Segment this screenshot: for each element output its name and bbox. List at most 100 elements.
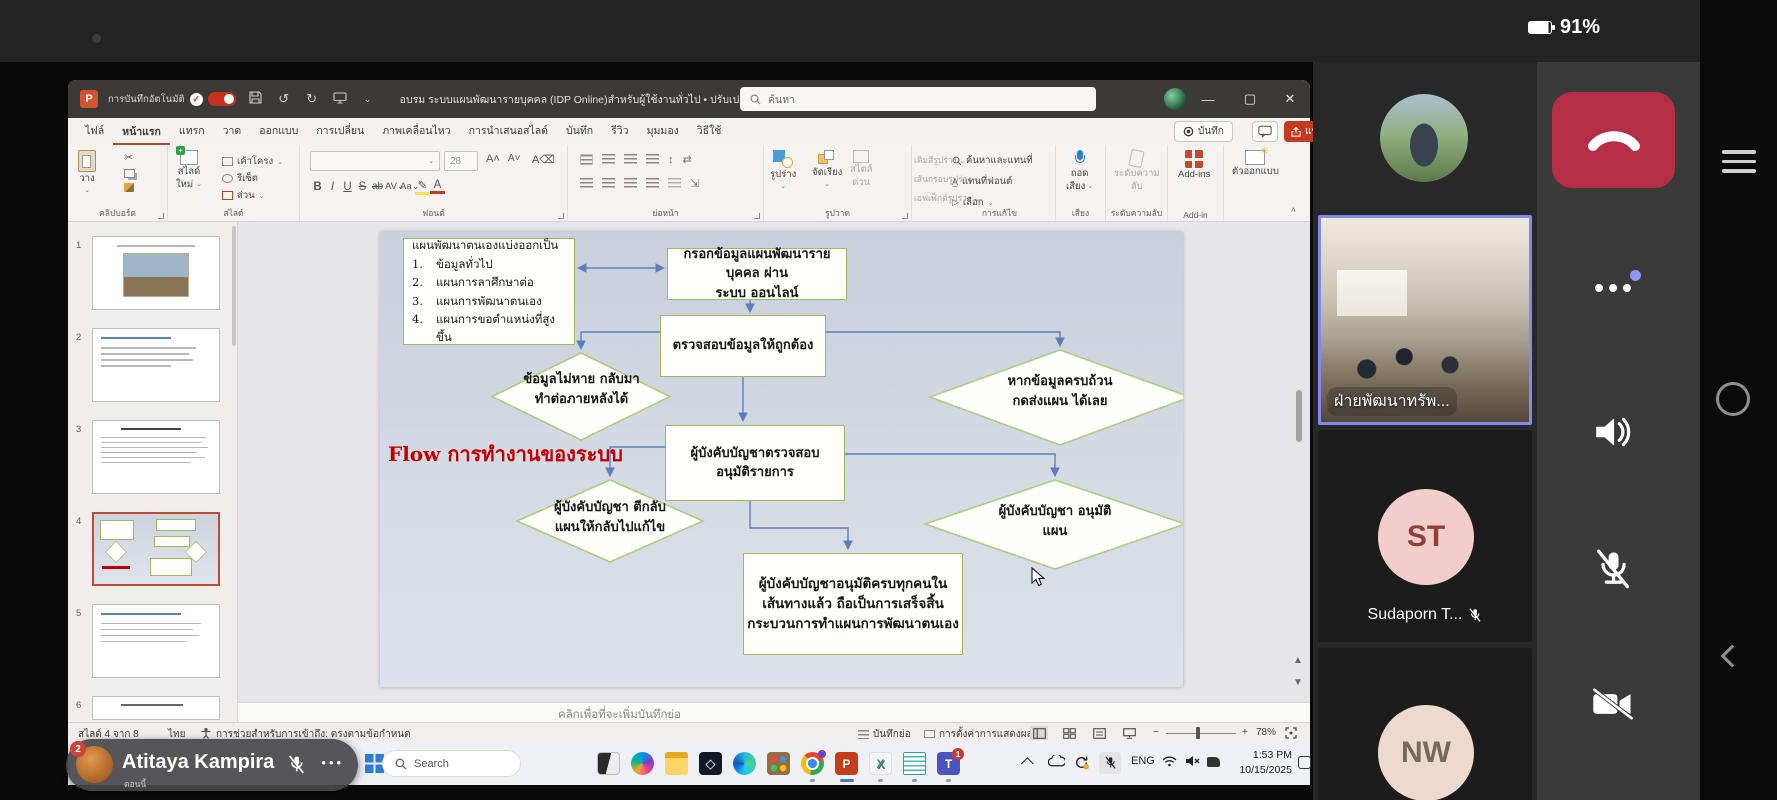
notes-toggle-button[interactable]: บันทึกย่อ xyxy=(858,727,911,742)
hang-up-button[interactable] xyxy=(1552,92,1675,188)
bold-button[interactable]: B xyxy=(310,181,325,193)
slide-editor-area[interactable]: แผนพัฒนาตนเองแบ่งออกเป็น 1.ข้อมูลทั่วไป … xyxy=(238,222,1310,702)
grow-font-icon[interactable]: A˄ xyxy=(486,153,500,165)
display-settings-button[interactable]: การตั้งค่าการแสดงผล xyxy=(924,727,1033,742)
save-icon[interactable] xyxy=(248,91,264,107)
mic-muted-button[interactable] xyxy=(1583,540,1643,600)
zoom-slider-thumb[interactable] xyxy=(1196,727,1200,739)
quick-styles-button[interactable]: สไตล์ ด่วน xyxy=(850,150,873,189)
account-avatar[interactable] xyxy=(1164,88,1186,110)
increase-indent-icon[interactable] xyxy=(646,154,659,165)
thumbnail-scrollbar[interactable] xyxy=(232,226,236,346)
paragraph-dialog-launcher-icon[interactable] xyxy=(754,213,760,219)
slideshow-view-button[interactable] xyxy=(1120,726,1138,740)
more-options-button[interactable] xyxy=(1583,258,1643,318)
change-case-button[interactable]: Aa⌄ xyxy=(400,181,415,192)
highlight-color-button[interactable]: ✎ xyxy=(415,178,430,195)
sync-icon[interactable] xyxy=(1074,755,1089,773)
slide-canvas[interactable]: แผนพัฒนาตนเองแบ่งออกเป็น 1.ข้อมูลทั่วไป … xyxy=(380,232,1183,687)
edge-icon[interactable] xyxy=(733,752,756,775)
reading-view-button[interactable] xyxy=(1090,726,1108,740)
comments-button[interactable] xyxy=(1252,121,1278,142)
tab-help[interactable]: วิธีใช้ xyxy=(688,117,731,145)
copilot-icon[interactable] xyxy=(631,752,654,775)
input-language[interactable]: ENG xyxy=(1131,755,1155,767)
slide-sorter-view-button[interactable] xyxy=(1060,726,1078,740)
shape-done-box[interactable]: ผู้บังคับบัญชาอนุมัติครบทุกคนใน เส้นทางแ… xyxy=(743,553,963,655)
character-spacing-button[interactable]: AV⌄ xyxy=(385,181,400,192)
tab-review[interactable]: รีวิว xyxy=(602,117,637,145)
tab-home[interactable]: หน้าแรก xyxy=(113,118,170,146)
collapse-ribbon-chevron-icon[interactable]: ˄ xyxy=(1291,205,1296,215)
underline-button[interactable]: U xyxy=(340,181,355,193)
diamond-submit-text[interactable]: หากข้อมูลครบถ้วน กดส่งแผน ได้เลย xyxy=(930,372,1190,411)
zoom-slider-track[interactable] xyxy=(1166,733,1236,735)
chrome-icon[interactable] xyxy=(801,752,824,775)
align-center-icon[interactable] xyxy=(602,178,615,189)
designer-button[interactable]: ✳ ตัวออกแบบ xyxy=(1232,150,1279,178)
thumbnail-preview[interactable] xyxy=(92,696,220,720)
record-button[interactable]: บันทึก xyxy=(1174,121,1233,142)
ribbon-options-chevron-icon[interactable]: ⌄ xyxy=(360,94,376,105)
new-slide-button[interactable]: + สไลด์ ใหม่⌄ xyxy=(176,150,202,191)
font-name-combobox[interactable]: ⌄ xyxy=(310,151,440,171)
back-chevron-icon[interactable] xyxy=(1721,645,1744,668)
tab-view[interactable]: มุมมอง xyxy=(638,117,688,145)
tray-device-icon[interactable] xyxy=(1207,757,1220,767)
paste-button[interactable]: วาง ⌄ xyxy=(78,150,96,195)
font-dialog-launcher-icon[interactable] xyxy=(558,213,564,219)
clock[interactable]: 1:53 PM 10/15/2025 xyxy=(1220,748,1292,778)
find-replace-button[interactable]: ค้นหาและแทนที่ xyxy=(952,152,1033,169)
clipboard-dialog-launcher-icon[interactable] xyxy=(158,213,164,219)
autosave-switch[interactable] xyxy=(208,92,236,106)
sensitivity-button[interactable]: ระดับความ ลับ xyxy=(1114,150,1160,193)
diamond-reject-text[interactable]: ผู้บังคับบัญชา ตีกลับ แผนให้กลับไปแก้ไข xyxy=(517,498,703,537)
replace-fonts-button[interactable]: A̲ แทนที่ฟอนต์ xyxy=(952,173,1033,190)
normal-view-button[interactable] xyxy=(1030,726,1048,740)
italic-button[interactable]: I xyxy=(325,181,340,193)
cut-icon[interactable]: ✂ xyxy=(124,151,135,164)
drawing-dialog-launcher-icon[interactable] xyxy=(902,213,908,219)
zoom-out-button[interactable]: − xyxy=(1153,727,1159,738)
banner-more-options-icon[interactable]: ••• xyxy=(321,755,344,770)
thumbnail-preview[interactable] xyxy=(92,512,220,586)
shape-plan-list-box[interactable]: แผนพัฒนาตนเองแบ่งออกเป็น 1.ข้อมูลทั่วไป … xyxy=(403,238,575,345)
editor-scrollbar[interactable] xyxy=(1296,390,1302,442)
shapes-button[interactable]: รูปร่าง ⌄ xyxy=(770,150,796,191)
align-right-icon[interactable] xyxy=(624,178,637,189)
teams-icon[interactable]: T1 xyxy=(937,752,960,775)
wifi-icon[interactable] xyxy=(1162,755,1177,770)
tab-draw[interactable]: วาด xyxy=(214,117,251,145)
addins-button[interactable]: Add-ins xyxy=(1178,150,1210,181)
widgets-icon[interactable] xyxy=(597,752,620,775)
notes-app-icon[interactable] xyxy=(903,752,926,775)
copy-icon[interactable] xyxy=(124,169,135,178)
close-button[interactable]: ✕ xyxy=(1270,80,1310,118)
next-slide-chevron-icon[interactable]: ▼ xyxy=(1292,677,1304,689)
tab-slideshow[interactable]: การนำเสนอสไลด์ xyxy=(460,117,557,145)
thumbnail-preview[interactable] xyxy=(92,420,220,494)
notification-center-icon[interactable] xyxy=(1298,756,1311,769)
menu-hamburger-icon[interactable] xyxy=(1722,150,1756,179)
search-input[interactable]: ค้นหา xyxy=(740,87,1096,111)
font-color-button[interactable]: A xyxy=(430,179,445,194)
tray-expand-chevron-icon[interactable] xyxy=(1021,757,1034,770)
participant-tile-room[interactable]: ฝ่ายพัฒนาทรัพ... xyxy=(1318,215,1532,425)
powerpoint-taskbar-icon[interactable]: P xyxy=(835,752,858,775)
diamond-resume-text[interactable]: ข้อมูลไม่หาย กลับมา ทำต่อภายหลังได้ xyxy=(493,370,670,409)
shrink-font-icon[interactable]: A˅ xyxy=(508,153,521,164)
maximize-button[interactable]: ▢ xyxy=(1230,80,1270,118)
participant-tile-nw[interactable]: NW xyxy=(1318,648,1532,800)
home-circle-icon[interactable] xyxy=(1716,382,1750,416)
tab-insert[interactable]: แทรก xyxy=(170,117,214,145)
decrease-indent-icon[interactable] xyxy=(624,154,637,165)
thumbnail-preview[interactable] xyxy=(92,604,220,678)
fit-slide-button[interactable] xyxy=(1282,726,1300,740)
shape-supervisor-box[interactable]: ผู้บังคับบัญชาตรวจสอบ อนุมัติรายการ xyxy=(665,425,845,501)
tab-record[interactable]: บันทึก xyxy=(557,117,602,145)
reset-button[interactable]: รีเซ็ต xyxy=(222,170,283,187)
layout-button[interactable]: เค้าโครง⌄ xyxy=(222,153,283,170)
participant-avatar-photo[interactable] xyxy=(1380,94,1468,182)
present-icon[interactable] xyxy=(332,92,348,107)
onedrive-icon[interactable] xyxy=(1048,755,1065,770)
